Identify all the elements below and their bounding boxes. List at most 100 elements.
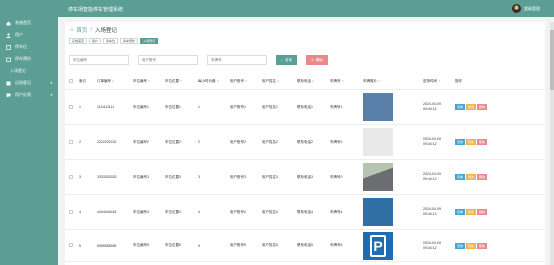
user-menu[interactable]: 超级管理 [512,4,540,13]
cell-space-location: 车位位置3 [165,174,181,179]
user-icon [6,32,11,38]
plate-photo[interactable]: P [363,231,393,260]
cell-order: 4444444444 [97,210,117,214]
plate-number-input[interactable] [207,55,267,65]
plate-photo[interactable] [363,163,393,191]
tab-parking[interactable]: 停车位 [103,38,119,44]
view-button[interactable]: 查看 [455,174,466,180]
sidebar-item-label: 停车预约 [15,56,31,61]
col-order[interactable]: 订单编号 ⇅ [97,79,133,84]
logout-icon [6,81,11,86]
sidebar-item-user[interactable]: 用户 [0,29,58,41]
col-phone[interactable]: 联系电话 ⇅ [297,79,330,84]
delete-button[interactable]: 删除 [477,104,488,110]
view-button[interactable]: 查看 [455,242,466,249]
cell-entry-time: 2024-04-09 09:44:12 [423,172,441,181]
cell-user-name: 用户姓名2 [262,139,278,144]
batch-delete-button[interactable]: ✕ 删除 [305,55,328,65]
tab-entry[interactable]: 入场登记 [140,38,159,44]
col-plate[interactable]: 车牌号 ⇅ [330,79,363,84]
plate-photo[interactable] [363,198,393,226]
cell-order: 1111111111 [97,105,115,109]
app-title: 停车场智能停车管理系统 [68,7,124,13]
sort-icon: ⇅ [147,79,151,83]
col-space-number[interactable]: 车位编号 ⇅ [133,79,165,84]
cell-space-number: 车位编号4 [133,209,149,214]
delete-button[interactable]: 删除 [477,139,488,145]
row-checkbox[interactable] [69,209,73,214]
breadcrumb: ⌂ 首页 / 入场登记 [70,26,117,34]
delete-button[interactable]: 删除 [477,174,488,180]
sort-icon: ⇅ [341,79,344,83]
sidebar-item-home[interactable]: 系统首页 [0,17,58,29]
table-row: 4 4444444444 车位编号4 车位位置4 4 用户账号4 用户姓名4 联… [65,195,545,230]
sidebar-item-label: 入场登记 [10,68,26,73]
tab-home[interactable]: 系统首页 [69,38,88,44]
edit-button[interactable]: 修改 [466,104,477,110]
cell-hourly-price: 2 [198,140,200,144]
view-button[interactable]: 查看 [455,104,466,110]
cell-space-location: 车位位置1 [165,104,181,109]
sidebar-item-exit[interactable]: 出场登记 ▼ [0,77,58,89]
search-button[interactable]: ⌕ 查询 [276,55,297,65]
sidebar-item-reservation[interactable]: 停车预约 [0,53,58,65]
view-button[interactable]: 查看 [455,209,466,215]
sidebar-item-parking[interactable]: 停车位 [0,41,58,53]
cell-user-account: 用户账号3 [230,174,246,179]
tab-reservation[interactable]: 停车预约 [120,38,139,44]
view-button[interactable]: 查看 [455,139,466,145]
row-checkbox[interactable] [69,104,73,109]
row-checkbox[interactable] [69,174,73,179]
row-checkbox[interactable] [69,139,73,144]
cell-user-name: 用户姓名4 [262,209,278,214]
sidebar-item-label: 系统首页 [15,20,31,25]
chevron-down-icon: ▼ [50,81,53,85]
table-row: 2 2222222222 车位编号2 车位位置2 2 用户账号2 用户姓名2 联… [65,125,545,160]
sort-icon: ⇅ [179,79,183,83]
cell-plate: 车牌号3 [330,174,343,179]
edit-button[interactable]: 修改 [466,139,477,145]
avatar [512,4,521,13]
cell-hourly-price: 4 [198,210,200,214]
edit-button[interactable]: 修改 [466,174,477,180]
cell-space-number: 车位编号2 [133,139,149,144]
row-checkbox[interactable] [69,243,73,247]
cell-order: 2222222222 [97,140,117,144]
cell-plate: 车牌号5 [330,243,343,247]
col-hourly-price[interactable]: 每小时价格 ⇅ [198,79,230,84]
plate-photo[interactable] [363,93,393,121]
cell-entry-time: 2024-04-09 09:44:12 [423,207,441,216]
main-content: ⌂ 首页 / 入场登记 系统首页 用户 停车位 停车预约 入场登记 ⌕ 查询 ✕… [65,22,545,265]
cell-hourly-price: 3 [198,175,200,179]
col-user-account[interactable]: 用户账号 ⇅ [230,79,262,84]
col-user-name[interactable]: 用户姓名 ⇅ [262,79,297,84]
cell-user-name: 用户姓名5 [262,243,278,247]
select-all-checkbox[interactable] [69,79,73,83]
sidebar-item-entry[interactable]: 入场登记 [0,65,58,77]
chevron-down-icon: ▼ [50,93,53,97]
feedback-icon [6,93,11,98]
delete-button[interactable]: 删除 [477,242,488,249]
col-plate-photo[interactable]: 车牌照片 ⇅ [363,79,423,84]
cell-index: 1 [79,105,81,109]
col-space-location[interactable]: 车位位置 ⇅ [165,79,198,84]
sort-icon: ⇅ [244,79,248,83]
edit-button[interactable]: 修改 [466,242,477,249]
plate-photo[interactable] [363,128,393,156]
user-account-input[interactable] [138,55,198,65]
edit-button[interactable]: 修改 [466,209,477,215]
tab-bar: 系统首页 用户 停车位 停车预约 入场登记 [69,38,159,44]
space-number-input[interactable] [69,55,129,65]
table-row: 3 3333333333 车位编号3 车位位置3 3 用户账号3 用户姓名3 联… [65,160,545,195]
breadcrumb-home[interactable]: 首页 [76,26,87,34]
row-actions: 查看 修改 删除 [455,104,525,110]
sidebar-item-label: 用户反馈 [15,92,31,97]
sidebar-item-feedback[interactable]: 用户反馈 ▼ [0,89,58,101]
tab-user[interactable]: 用户 [89,38,102,44]
cell-plate: 车牌号4 [330,209,343,214]
vertical-scrollbar[interactable] [550,22,554,265]
col-entry-time[interactable]: 进场时间 ⇅ [423,79,455,84]
cell-entry-time: 2024-04-09 09:44:12 [423,102,441,111]
scrollbar-thumb[interactable] [550,30,554,90]
delete-button[interactable]: 删除 [477,209,488,215]
